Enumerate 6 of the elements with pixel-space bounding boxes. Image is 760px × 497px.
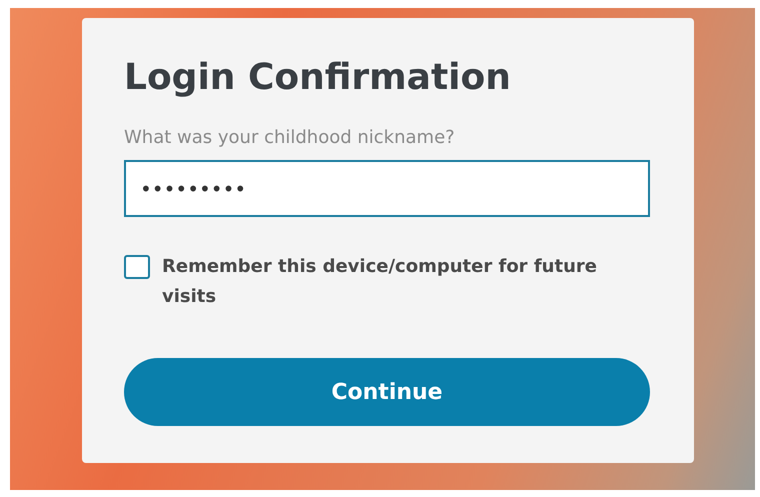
question-label: What was your childhood nickname? <box>124 127 456 148</box>
answer-field[interactable]: ••••••••• <box>124 160 650 218</box>
remember-label: Remember this device/computer for future visits <box>162 255 598 310</box>
card-title: Login Confirmation <box>124 56 512 100</box>
continue-button[interactable]: Continue <box>124 358 650 426</box>
remember-checkbox[interactable] <box>124 255 150 280</box>
